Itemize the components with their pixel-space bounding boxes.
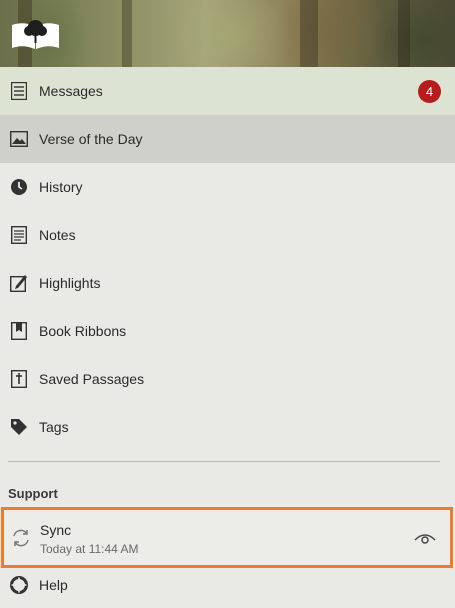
- bible-cross-icon: [9, 369, 29, 389]
- menu-item-label: Book Ribbons: [39, 323, 127, 339]
- image-icon: [9, 129, 29, 149]
- bookmark-icon: [9, 321, 29, 341]
- header-banner: [0, 0, 455, 67]
- menu-item-label: Notes: [39, 227, 76, 243]
- menu-item-help[interactable]: Help: [0, 561, 455, 608]
- menu-item-label: Highlights: [39, 275, 101, 291]
- menu-item-label: Messages: [39, 83, 103, 99]
- menu-item-label: Saved Passages: [39, 371, 145, 387]
- menu-item-messages[interactable]: Messages 4: [0, 67, 455, 115]
- menu-item-saved-passages[interactable]: Saved Passages: [0, 355, 455, 403]
- menu-item-tags[interactable]: Tags: [0, 403, 455, 451]
- sync-icon: [13, 529, 29, 547]
- tag-icon: [9, 417, 29, 437]
- menu-item-label: Verse of the Day: [39, 131, 143, 147]
- menu-item-highlights[interactable]: Highlights: [0, 259, 455, 307]
- menu-item-label: Tags: [39, 419, 69, 435]
- messages-count-badge: 4: [418, 80, 441, 103]
- app-logo-icon[interactable]: [10, 17, 61, 51]
- sync-status: Today at 11:44 AM: [40, 542, 139, 556]
- sync-label: Sync: [40, 522, 72, 538]
- sync-item[interactable]: Sync Today at 11:44 AM: [1, 507, 453, 568]
- clock-icon: [9, 177, 29, 197]
- pencil-icon: [9, 273, 29, 293]
- support-section-title: Support: [8, 486, 58, 501]
- eye-icon[interactable]: [414, 530, 436, 546]
- menu-item-history[interactable]: History: [0, 163, 455, 211]
- notes-icon: [9, 225, 29, 245]
- messages-icon: [9, 81, 29, 101]
- menu-item-label: History: [39, 179, 83, 195]
- menu-item-notes[interactable]: Notes: [0, 211, 455, 259]
- menu-item-book-ribbons[interactable]: Book Ribbons: [0, 307, 455, 355]
- section-divider: [8, 461, 440, 462]
- menu-item-label: Help: [39, 577, 68, 593]
- lifebuoy-icon: [9, 575, 29, 595]
- menu-item-verse-of-the-day[interactable]: Verse of the Day: [0, 115, 455, 163]
